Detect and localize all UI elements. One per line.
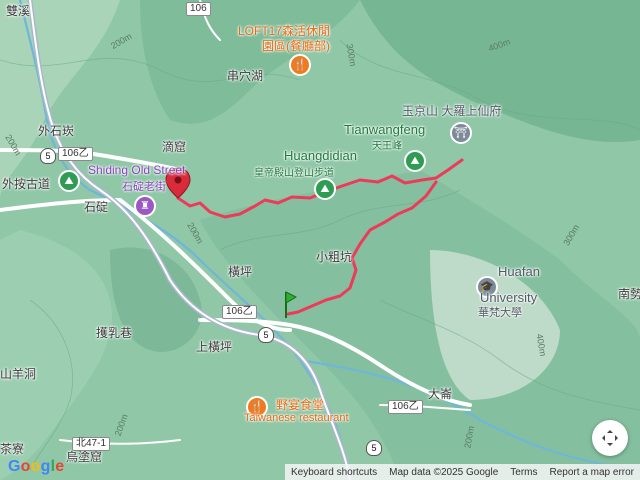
tianwangfeng-label-zh[interactable]: 天王峰 (372, 137, 402, 152)
place-label: 串穴湖 (227, 69, 264, 83)
yeyan-label-en[interactable]: Taiwanese restaurant (244, 412, 349, 424)
place-label: 南勢 (618, 287, 640, 301)
place-label: 橫坪 (228, 265, 253, 279)
highway-5-shield: 5 (40, 148, 56, 164)
landmark-icon[interactable]: ♜ (134, 195, 156, 217)
yeyan-label-zh[interactable]: 野宴食堂 (276, 396, 324, 413)
shiding-old-street-label-zh[interactable]: 石碇老街 (122, 178, 166, 194)
place-label: 外按古道 (2, 177, 51, 191)
road-106-shield: 106 (186, 2, 211, 16)
fullscreen-icon (602, 430, 618, 446)
road-106b-shield: 106乙 (222, 305, 257, 319)
huafan-label-zh[interactable]: 華梵大學 (478, 304, 522, 320)
report-error-link[interactable]: Report a map error (550, 467, 634, 478)
shiding-old-street-label-en[interactable]: Shiding Old Street (88, 163, 185, 177)
google-logo-letter: o (30, 458, 41, 475)
place-label: 石碇 (84, 200, 109, 214)
hiking-icon[interactable]: ⛰ (314, 178, 336, 200)
hiking-icon[interactable]: ⛰ (404, 150, 426, 172)
google-logo-letter: G (8, 458, 21, 475)
huafan-label-en-1[interactable]: Huafan (498, 264, 540, 279)
highway-5-shield: 5 (258, 327, 274, 343)
loft-label-2[interactable]: 園區(餐廳部) (262, 37, 330, 54)
place-label: 山羊洞 (0, 367, 37, 381)
place-label: 外石崁 (38, 124, 75, 138)
road-106b-shield: 106乙 (58, 147, 93, 161)
google-logo-letter: g (40, 458, 51, 475)
restaurant-icon[interactable]: 🍴 (289, 54, 311, 76)
google-logo-letter: e (55, 458, 65, 475)
huangdidian-label-zh[interactable]: 皇帝殿山登山步道 (254, 164, 334, 179)
map-data-attribution: Map data ©2025 Google (389, 466, 499, 478)
map-footer: Keyboard shortcuts Map data ©2025 Google… (284, 464, 640, 480)
road-47-1-shield: 北47-1 (72, 437, 111, 451)
tianwangfeng-label-en[interactable]: Tianwangfeng (344, 122, 425, 137)
place-label: 滴窟 (162, 140, 187, 154)
huangdidian-label-en[interactable]: Huangdidian (284, 148, 357, 163)
keyboard-shortcuts-link[interactable]: Keyboard shortcuts (291, 467, 377, 478)
huafan-label-en-2[interactable]: University (480, 290, 537, 305)
terms-link[interactable]: Terms (510, 467, 537, 478)
place-label: 雙溪 (6, 4, 31, 18)
yujing-label[interactable]: 玉京山 大羅上仙府 (402, 102, 501, 119)
temple-icon[interactable]: ⛩ (450, 122, 472, 144)
google-logo-letter: o (20, 458, 31, 475)
hiking-icon[interactable]: ⛰ (58, 170, 80, 192)
road-106b-shield: 106乙 (388, 400, 423, 414)
place-label: 大崙 (428, 387, 453, 401)
google-logo: Google (8, 458, 64, 476)
fullscreen-button[interactable] (592, 420, 628, 456)
highway-5-shield: 5 (366, 440, 382, 456)
place-label: 上橫坪 (196, 340, 233, 354)
place-label: 茶寮 (0, 442, 25, 456)
place-label: 小粗坑 (316, 250, 353, 264)
place-label: 擭乳巷 (96, 326, 133, 340)
